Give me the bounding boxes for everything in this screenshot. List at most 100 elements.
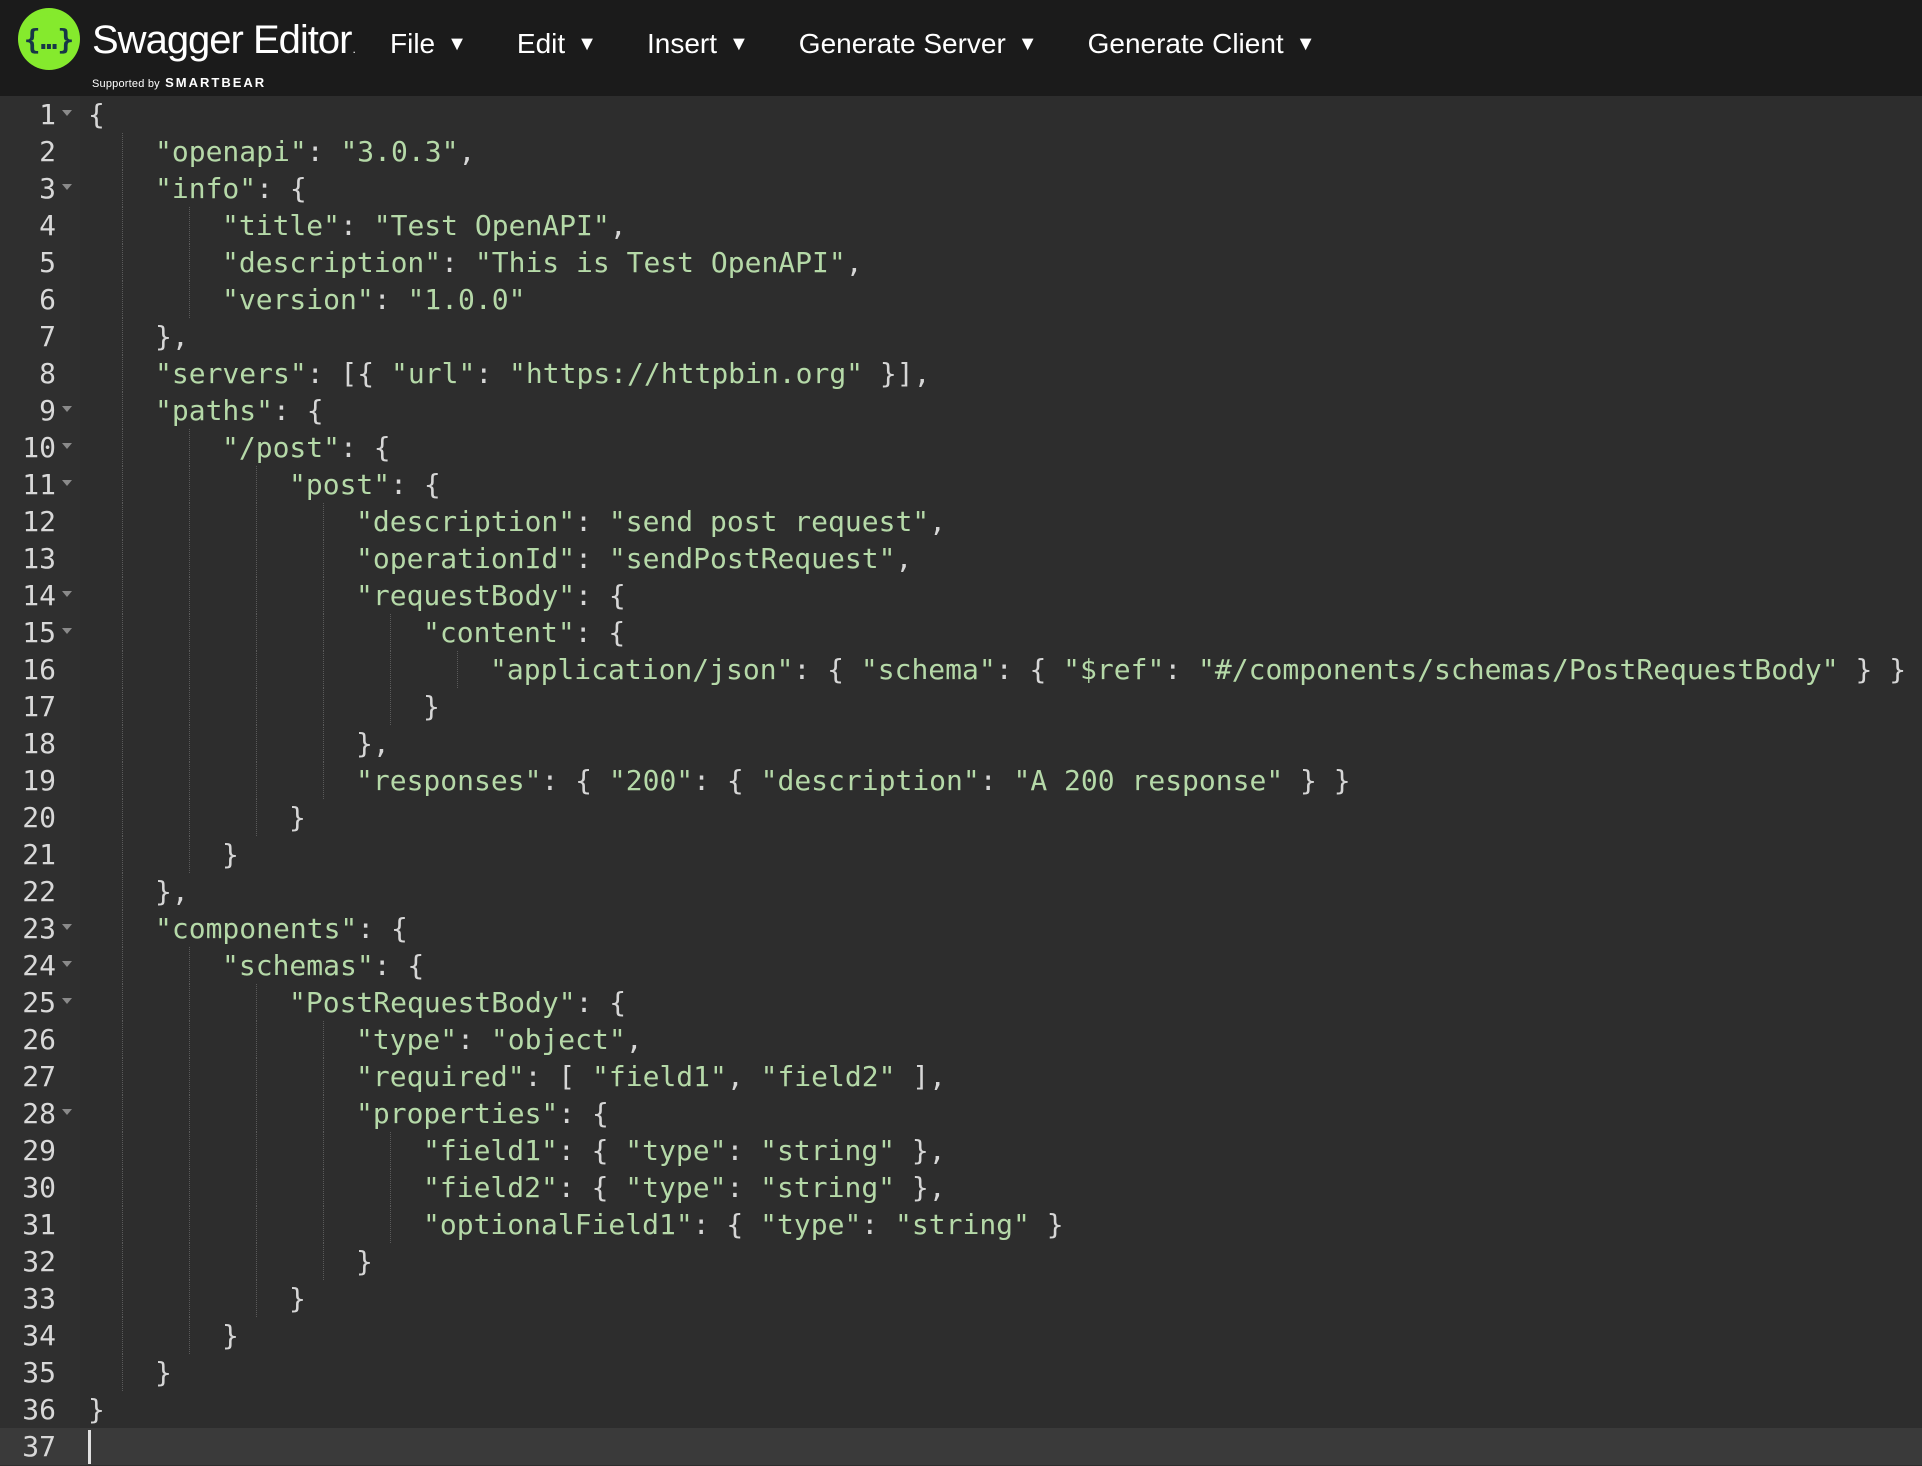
line-number: 13 [22,542,56,575]
indent-guide [122,1243,123,1280]
indent-guide [122,1169,123,1206]
indent-guide [122,614,123,651]
code-line[interactable]: 9 "paths": { [0,392,1922,429]
code-line[interactable]: 1{ [0,96,1922,133]
smartbear-brand: SMARTBEAR [165,75,267,90]
fold-toggle-icon[interactable] [62,924,72,930]
line-number: 35 [22,1356,56,1389]
code-line[interactable]: 4 "title": "Test OpenAPI", [0,207,1922,244]
menu-generate-client[interactable]: Generate Client ▼ [1088,28,1316,60]
indent-guide [323,540,324,577]
code-line[interactable]: 28 "properties": { [0,1095,1922,1132]
line-number: 9 [39,394,56,427]
fold-toggle-icon[interactable] [62,961,72,967]
code-line[interactable]: 16 "application/json": { "schema": { "$re… [0,651,1922,688]
fold-toggle-icon[interactable] [62,628,72,634]
code-line[interactable]: 8 "servers": [{ "url": "https://httpbin.o… [0,355,1922,392]
indent-guide [189,1169,190,1206]
fold-toggle-icon[interactable] [62,480,72,486]
line-number: 32 [22,1245,56,1278]
code-line[interactable]: 2 "openapi": "3.0.3", [0,133,1922,170]
code-editor[interactable]: 1{2 "openapi": "3.0.3", 3 "info": {4 "title"… [0,96,1922,1466]
indent-guide [323,651,324,688]
indent-guide [122,836,123,873]
code-line[interactable]: 11 "post": { [0,466,1922,503]
indent-guide [122,1132,123,1169]
code-line[interactable]: 37 [0,1428,1922,1465]
code-line[interactable]: 26 "type": "object", [0,1021,1922,1058]
fold-toggle-icon[interactable] [62,591,72,597]
fold-toggle-icon[interactable] [62,406,72,412]
indent-guide [189,947,190,984]
code-line[interactable]: 32} [0,1243,1922,1280]
indent-guide [122,1206,123,1243]
topbar: {…} Swagger Editor. Supported by SMARTBE… [0,0,1922,96]
code-line[interactable]: 27 "required": [ "field1", "field2" ], [0,1058,1922,1095]
code-line[interactable]: 30 "field2": { "type": "string" }, [0,1169,1922,1206]
code-line[interactable]: 6 "version": "1.0.0" [0,281,1922,318]
indent-guide [122,392,123,429]
indent-guide [122,688,123,725]
code-text: } [423,690,440,723]
menu-edit[interactable]: Edit ▼ [517,28,597,60]
fold-toggle-icon[interactable] [62,110,72,116]
indent-guide [256,1021,257,1058]
code-line[interactable]: 35} [0,1354,1922,1391]
fold-toggle-icon[interactable] [62,184,72,190]
menu-file[interactable]: File ▼ [390,28,467,60]
indent-guide [189,799,190,836]
indent-guide [323,762,324,799]
indent-guide [390,651,391,688]
code-line[interactable]: 13 "operationId": "sendPostRequest", [0,540,1922,577]
code-line[interactable]: 21} [0,836,1922,873]
menu-insert[interactable]: Insert ▼ [647,28,749,60]
line-number: 36 [22,1393,56,1426]
caret-down-icon: ▼ [1017,32,1038,55]
line-number: 8 [39,357,56,390]
fold-toggle-icon[interactable] [62,1109,72,1115]
code-line[interactable]: 34} [0,1317,1922,1354]
indent-guide [122,170,123,207]
code-line[interactable]: 18}, [0,725,1922,762]
indent-guide [189,1058,190,1095]
code-line[interactable]: 17} [0,688,1922,725]
menu-bar: File ▼ Edit ▼ Insert ▼ Generate Server ▼ Gen… [390,0,1366,88]
indent-guide [122,984,123,1021]
code-line[interactable]: 14 "requestBody": { [0,577,1922,614]
code-line[interactable]: 29 "field1": { "type": "string" }, [0,1132,1922,1169]
code-line[interactable]: 3 "info": { [0,170,1922,207]
indent-guide [323,1132,324,1169]
code-line[interactable]: 15 "content": { [0,614,1922,651]
code-line[interactable]: 19 "responses": { "200": { "description":… [0,762,1922,799]
code-text: "optionalField1": { "type": "string" } [423,1208,1064,1241]
line-number: 33 [22,1282,56,1315]
fold-toggle-icon[interactable] [62,998,72,1004]
indent-guide [256,1206,257,1243]
indent-guide [189,725,190,762]
code-line[interactable]: 31 "optionalField1": { "type": "string" } [0,1206,1922,1243]
indent-guide [189,429,190,466]
code-line[interactable]: 25 "PostRequestBody": { [0,984,1922,1021]
indent-guide [122,1058,123,1095]
indent-guide [122,799,123,836]
code-text: }, [356,727,390,760]
indent-guide [189,1280,190,1317]
code-line[interactable]: 36} [0,1391,1922,1428]
code-line[interactable]: 20} [0,799,1922,836]
line-number: 1 [39,98,56,131]
code-line[interactable]: 7}, [0,318,1922,355]
fold-toggle-icon[interactable] [62,443,72,449]
line-number: 17 [22,690,56,723]
swagger-editor-logo[interactable]: {…} Swagger Editor. Supported by SMARTBE… [18,8,356,90]
code-line[interactable]: 24 "schemas": { [0,947,1922,984]
code-line[interactable]: 10 "/post": { [0,429,1922,466]
code-line[interactable]: 12 "description": "send post request", [0,503,1922,540]
code-line[interactable]: 23 "components": { [0,910,1922,947]
menu-generate-server[interactable]: Generate Server ▼ [799,28,1038,60]
code-line[interactable]: 5 "description": "This is Test OpenAPI", [0,244,1922,281]
code-text: "required": [ "field1", "field2" ], [356,1060,947,1093]
code-line[interactable]: 22}, [0,873,1922,910]
indent-guide [122,466,123,503]
code-line[interactable]: 33} [0,1280,1922,1317]
indent-guide [256,1058,257,1095]
